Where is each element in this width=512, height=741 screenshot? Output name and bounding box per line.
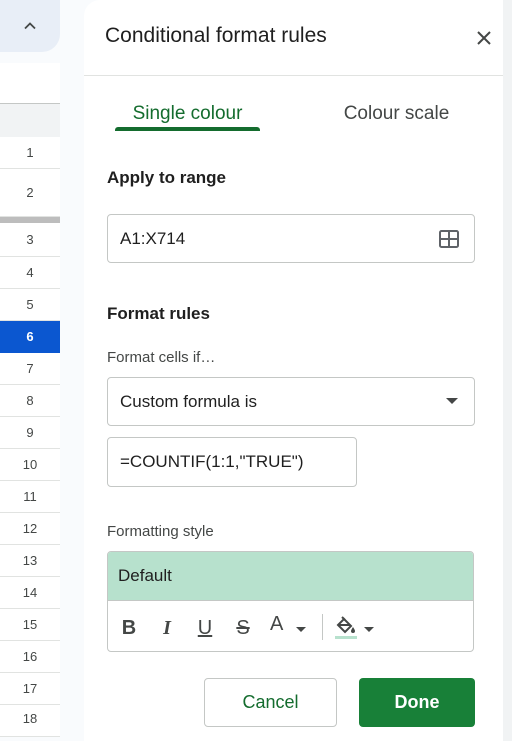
apply-to-range-label: Apply to range xyxy=(107,168,227,187)
column-header-corner[interactable] xyxy=(0,103,60,139)
fill-colour-caret-icon xyxy=(364,627,374,632)
sheet-blank-area xyxy=(0,63,60,103)
panel-title: Conditional format rules xyxy=(105,24,327,47)
underline-button[interactable]: U xyxy=(194,613,216,643)
custom-formula-input[interactable]: =COUNTIF(1:1,"TRUE") xyxy=(107,437,357,487)
collapse-toolbar-button[interactable] xyxy=(0,0,60,52)
grid-icon[interactable] xyxy=(438,228,460,250)
row-header-2[interactable]: 2 xyxy=(0,169,60,217)
formula-value: =COUNTIF(1:1,"TRUE") xyxy=(120,452,304,471)
row-header-16[interactable]: 16 xyxy=(0,641,60,673)
strikethrough-button[interactable]: S xyxy=(232,613,254,643)
italic-button[interactable]: I xyxy=(156,613,178,643)
formatting-style-label: Formatting style xyxy=(107,523,214,540)
text-colour-caret-icon xyxy=(296,627,306,632)
row-header-18[interactable]: 18 xyxy=(0,705,60,737)
range-input[interactable]: A1:X714 xyxy=(107,214,475,263)
row-header-14[interactable]: 14 xyxy=(0,577,60,609)
paint-bucket-icon xyxy=(335,616,357,639)
row-header-3[interactable]: 3 xyxy=(0,223,60,257)
row-header-13[interactable]: 13 xyxy=(0,545,60,577)
bold-button[interactable]: B xyxy=(118,613,140,643)
chevron-up-icon xyxy=(24,22,36,30)
cancel-button[interactable]: Cancel xyxy=(204,678,337,727)
row-header-7[interactable]: 7 xyxy=(0,353,60,385)
condition-value: Custom formula is xyxy=(120,391,257,411)
title-divider xyxy=(84,75,512,76)
row-header-10[interactable]: 10 xyxy=(0,449,60,481)
range-value: A1:X714 xyxy=(120,228,186,248)
row-header-8[interactable]: 8 xyxy=(0,385,60,417)
row-header-9[interactable]: 9 xyxy=(0,417,60,449)
text-colour-icon: A xyxy=(270,613,284,635)
toolbar-divider xyxy=(322,614,323,640)
row-header-1[interactable]: 1 xyxy=(0,137,60,169)
dropdown-arrow-icon xyxy=(446,398,458,404)
close-button[interactable] xyxy=(470,24,498,52)
format-cells-if-label: Format cells if… xyxy=(107,349,216,366)
style-preview[interactable]: Default xyxy=(108,552,473,601)
row-header-6-selected[interactable]: 6 xyxy=(0,321,60,353)
formatting-style-box: Default B I U S A xyxy=(107,551,474,652)
text-colour-button[interactable]: A xyxy=(266,613,312,643)
fill-colour-button[interactable] xyxy=(330,613,378,643)
row-header-12[interactable]: 12 xyxy=(0,513,60,545)
condition-select[interactable]: Custom formula is xyxy=(107,377,475,426)
conditional-format-panel: Conditional format rules Single colour C… xyxy=(84,0,512,741)
close-icon xyxy=(477,31,491,45)
panel-scrollbar-track[interactable] xyxy=(503,0,512,741)
done-button[interactable]: Done xyxy=(359,678,475,727)
tab-colour-scale[interactable]: Colour scale xyxy=(324,96,469,132)
format-rules-label: Format rules xyxy=(107,304,210,323)
style-preview-text: Default xyxy=(118,566,172,585)
active-tab-indicator xyxy=(115,127,260,131)
spreadsheet-row-headers: 1 2 3 4 5 6 7 8 9 10 11 12 13 14 15 16 1… xyxy=(0,0,60,741)
row-header-17[interactable]: 17 xyxy=(0,673,60,705)
row-header-5[interactable]: 5 xyxy=(0,289,60,321)
row-header-15[interactable]: 15 xyxy=(0,609,60,641)
row-header-4[interactable]: 4 xyxy=(0,257,60,289)
row-header-11[interactable]: 11 xyxy=(0,481,60,513)
